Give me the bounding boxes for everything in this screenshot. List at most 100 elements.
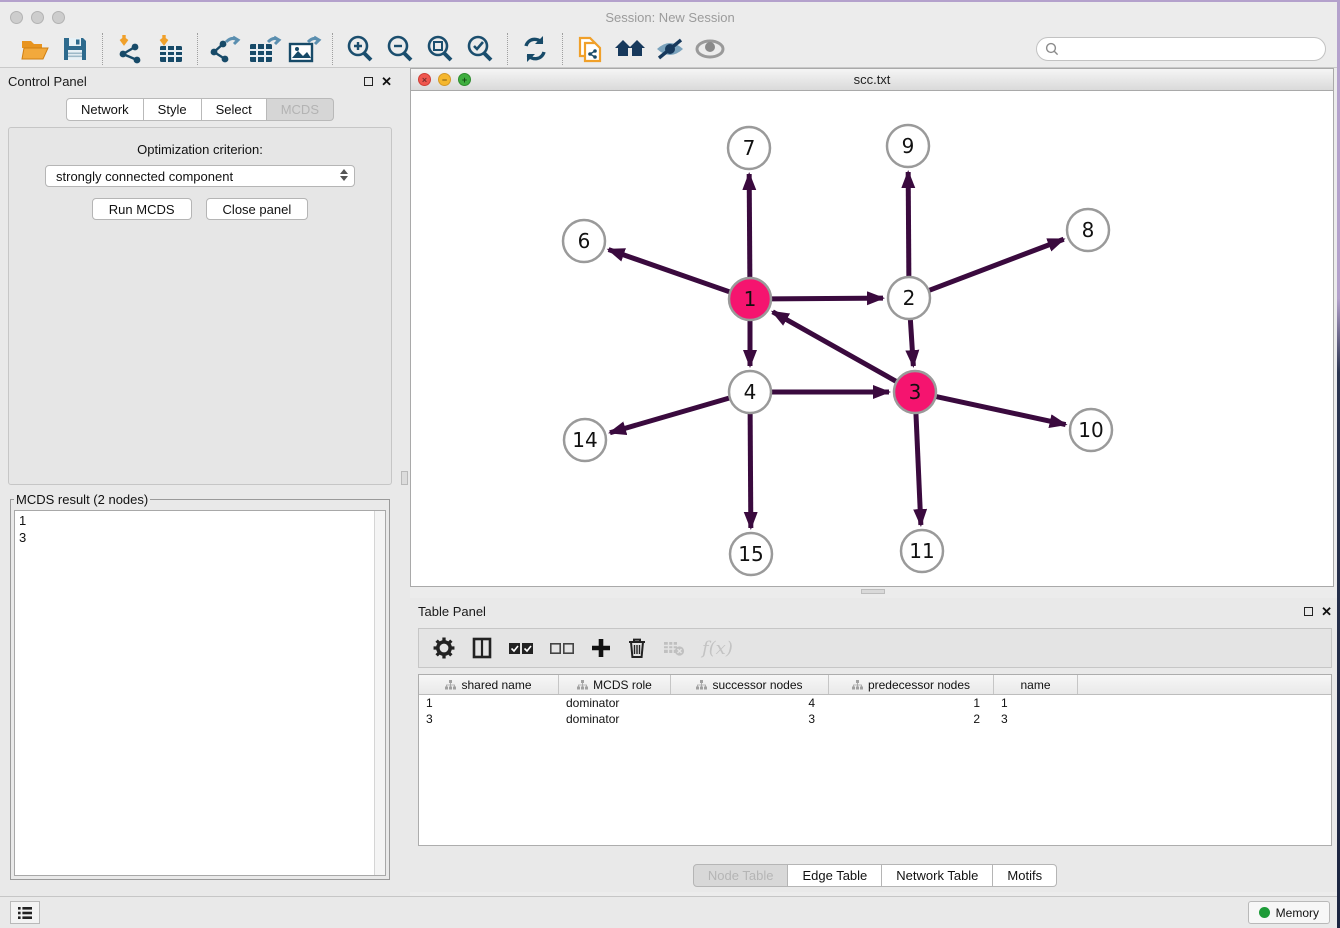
memory-button[interactable]: Memory	[1248, 901, 1330, 924]
deselect-all-rows-icon[interactable]	[550, 642, 574, 655]
import-table-icon[interactable]	[153, 33, 187, 65]
cell-MCDS-role[interactable]: dominator	[559, 712, 671, 726]
namespace-icon	[852, 680, 863, 690]
cell-name[interactable]: 3	[994, 712, 1078, 726]
clone-network-icon[interactable]	[573, 33, 607, 65]
network-window-titlebar[interactable]: × − + scc.txt	[410, 68, 1334, 91]
graph-node-label: 9	[902, 134, 915, 158]
graph-edge-2-9[interactable]	[908, 172, 909, 277]
hide-selected-eye-icon[interactable]	[653, 33, 687, 65]
tab-network[interactable]: Network	[66, 98, 144, 121]
column-header-predecessor-nodes[interactable]: predecessor nodes	[829, 675, 994, 694]
cell-predecessor-nodes[interactable]: 1	[829, 696, 994, 710]
graph-edge-2-8[interactable]	[929, 239, 1064, 290]
network-canvas[interactable]: 7968124314101511	[410, 91, 1334, 587]
export-table-icon[interactable]	[248, 33, 282, 65]
network-canvas-handle[interactable]	[861, 589, 885, 594]
cell-successor-nodes[interactable]: 4	[671, 696, 829, 710]
tab-style[interactable]: Style	[144, 98, 202, 121]
search-input[interactable]	[1064, 42, 1317, 56]
control-panel-title: Control Panel	[8, 74, 87, 89]
select-stepper-icon	[340, 169, 348, 181]
main-titlebar: Session: New Session	[0, 4, 1340, 30]
zoom-fit-icon[interactable]	[423, 33, 457, 65]
cell-successor-nodes[interactable]: 3	[671, 712, 829, 726]
save-session-icon[interactable]	[58, 33, 92, 65]
zoom-selected-icon[interactable]	[463, 33, 497, 65]
tab-select[interactable]: Select	[202, 98, 267, 121]
task-list-icon	[17, 906, 33, 920]
graph-edge-2-3[interactable]	[910, 319, 913, 366]
tab-motifs[interactable]: Motifs	[993, 864, 1057, 887]
column-header-name[interactable]: name	[994, 675, 1078, 694]
tab-network-table[interactable]: Network Table	[882, 864, 993, 887]
node-table[interactable]: shared nameMCDS rolesuccessor nodesprede…	[418, 674, 1332, 846]
zoom-in-icon[interactable]	[343, 33, 377, 65]
mcds-result-list: 13	[14, 510, 386, 876]
export-image-icon[interactable]	[288, 33, 322, 65]
graph-node-label: 11	[909, 539, 934, 563]
column-header-successor-nodes[interactable]: successor nodes	[671, 675, 829, 694]
close-table-panel-icon[interactable]: ✕	[1321, 605, 1332, 618]
graph-edge-4-15[interactable]	[750, 413, 751, 528]
table-row[interactable]: 3dominator323	[419, 711, 1331, 727]
optimization-criterion-select[interactable]: strongly connected component	[45, 165, 355, 187]
export-network-icon[interactable]	[208, 33, 242, 65]
result-scrollbar[interactable]	[374, 511, 385, 875]
cell-shared-name[interactable]: 3	[419, 712, 559, 726]
cell-MCDS-role[interactable]: dominator	[559, 696, 671, 710]
table-panel: Table Panel ✕	[410, 598, 1340, 892]
zoom-out-icon[interactable]	[383, 33, 417, 65]
column-header-MCDS-role[interactable]: MCDS role	[559, 675, 671, 694]
mcds-result-group: MCDS result (2 nodes) 13	[10, 492, 390, 880]
float-panel-icon[interactable]	[364, 77, 373, 86]
optimization-criterion-label: Optimization criterion:	[9, 142, 391, 157]
home-view-icon[interactable]	[613, 33, 647, 65]
table-panel-title: Table Panel	[418, 604, 486, 619]
panel-splitter[interactable]	[400, 68, 410, 896]
graph-edge-1-7[interactable]	[749, 174, 750, 278]
column-visibility-icon[interactable]	[472, 637, 492, 659]
memory-label: Memory	[1276, 906, 1319, 920]
cell-shared-name[interactable]: 1	[419, 696, 559, 710]
task-history-button[interactable]	[10, 901, 40, 924]
close-panel-button[interactable]: Close panel	[206, 198, 309, 220]
tab-node-table[interactable]: Node Table	[693, 864, 789, 887]
network-window: × − + scc.txt 7968124314101511	[410, 68, 1334, 597]
delete-column-icon[interactable]	[628, 637, 646, 659]
network-window-title: scc.txt	[411, 72, 1333, 87]
search-box[interactable]	[1036, 37, 1326, 61]
status-bar: Memory	[0, 896, 1340, 928]
add-column-icon[interactable]	[591, 638, 611, 658]
mcds-result-node: 1	[19, 512, 381, 529]
window-title: Session: New Session	[0, 10, 1340, 25]
table-row[interactable]: 1dominator411	[419, 695, 1331, 711]
graph-edge-3-11[interactable]	[916, 413, 921, 525]
table-settings-gear-icon[interactable]	[433, 637, 455, 659]
delete-table-icon	[663, 639, 685, 657]
graph-edge-4-14[interactable]	[610, 398, 730, 433]
show-all-eye-icon[interactable]	[693, 33, 727, 65]
refresh-layout-icon[interactable]	[518, 33, 552, 65]
graph-node-label: 2	[903, 286, 916, 310]
open-file-icon[interactable]	[18, 33, 52, 65]
float-table-panel-icon[interactable]	[1304, 607, 1313, 616]
column-header-shared-name[interactable]: shared name	[419, 675, 559, 694]
cell-predecessor-nodes[interactable]: 2	[829, 712, 994, 726]
search-icon	[1045, 42, 1059, 56]
graph-edge-1-6[interactable]	[609, 250, 731, 292]
graph-edge-3-1[interactable]	[773, 312, 897, 382]
graph-node-label: 10	[1078, 418, 1103, 442]
tab-edge-table[interactable]: Edge Table	[788, 864, 882, 887]
network-graph: 7968124314101511	[411, 91, 1332, 587]
graph-edge-1-2[interactable]	[771, 298, 883, 299]
close-panel-icon[interactable]: ✕	[381, 75, 392, 88]
select-all-rows-icon[interactable]	[509, 642, 533, 655]
import-network-icon[interactable]	[113, 33, 147, 65]
cell-name[interactable]: 1	[994, 696, 1078, 710]
table-toolbar: f(x)	[418, 628, 1332, 668]
optimization-criterion-value: strongly connected component	[56, 169, 233, 184]
tab-mcds[interactable]: MCDS	[267, 98, 334, 121]
run-mcds-button[interactable]: Run MCDS	[92, 198, 192, 220]
graph-edge-3-10[interactable]	[936, 396, 1066, 424]
